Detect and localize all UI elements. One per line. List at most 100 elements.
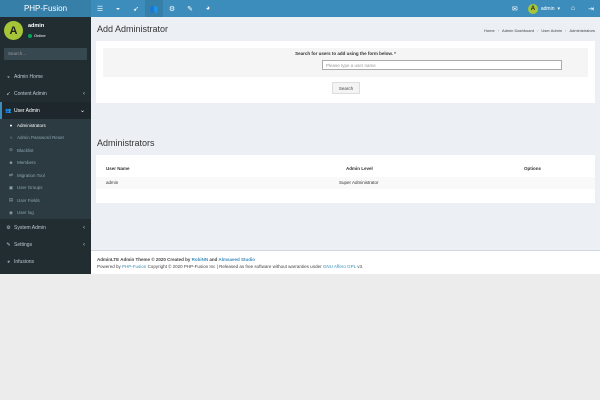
sidebar-subitem-user-fields[interactable]: ▤ User Fields	[0, 194, 91, 207]
sidebar-subitem-label: Migration Tool	[17, 172, 45, 178]
members-icon: ☻	[8, 160, 14, 166]
sidebar-subitem-label: User log	[17, 210, 34, 216]
search-button[interactable]: Search	[332, 82, 360, 94]
ban-icon: ⊘	[9, 147, 13, 153]
brand-logo[interactable]: PHP-Fusion	[0, 0, 91, 17]
user-admin-submenu: ● Administrators ∩ Admin Password Reset …	[0, 119, 91, 219]
sidebar-item-label: Infusions	[14, 258, 35, 265]
sidebar-username: admin	[28, 23, 45, 29]
phpfusion-link[interactable]: PHP-Fusion	[122, 264, 146, 269]
user-menu[interactable]: A admin ▾	[524, 0, 564, 17]
menu-icon[interactable]: ☰	[91, 0, 109, 17]
breadcrumb-separator: ›	[565, 28, 567, 33]
sidebar-menu: ◒ Admin Home ➹ Content Admin ‹ 👥 User Ad…	[0, 68, 91, 270]
users-icon[interactable]: 👥	[145, 0, 163, 17]
caret-down-icon: ▾	[557, 5, 560, 12]
breadcrumb-home[interactable]: Home	[484, 28, 495, 33]
wrench-icon: ✎	[6, 241, 11, 248]
breadcrumb-admin-dashboard[interactable]: Admin Dashboard	[502, 28, 534, 33]
author-link[interactable]: Almsaeed Studio	[218, 257, 255, 262]
sidebar-subitem-user-log[interactable]: ◉ User log	[0, 207, 91, 220]
online-status: Online	[28, 33, 46, 38]
user-icon: ●	[9, 122, 13, 128]
sidebar: A admin Online Search... ◒ Admin Home ➹ …	[0, 17, 91, 274]
breadcrumb: Home › Admin Dashboard › User Admin › Admin…	[484, 28, 595, 33]
column-header: Admin Level	[346, 166, 373, 171]
footer-text: AdminLTE Admin Theme © 2020 Created by	[97, 257, 191, 262]
top-navbar: ☰ ◒ ➹ 👥 ⚙ ✎ ◕ ✉ A admin ▾ ⌂ ⇥	[91, 0, 600, 17]
table-row: admin Super Administrator	[96, 177, 595, 189]
search-label: Search for users to add using the form b…	[295, 51, 396, 56]
sidebar-item-label: Admin Home	[14, 73, 43, 80]
sidebar-item-label: User Admin	[14, 107, 40, 114]
gear-icon: ⚙	[6, 224, 11, 231]
log-icon: ◉	[9, 209, 13, 215]
sidebar-search-input[interactable]: Search...	[4, 48, 87, 60]
headset-icon: ∩	[9, 135, 13, 141]
app-frame: PHP-Fusion ☰ ◒ ➹ 👥 ⚙ ✎ ◕ ✉ A admin ▾ ⌂ ⇥…	[0, 0, 600, 274]
sidebar-item-content-admin[interactable]: ➹ Content Admin ‹	[0, 85, 91, 102]
avatar: A	[527, 3, 538, 14]
footer-text: and	[209, 257, 218, 262]
cell-admin-level: Super Administrator	[339, 180, 379, 185]
rocket-icon[interactable]: ➹	[127, 0, 145, 17]
signout-icon[interactable]: ⇥	[582, 0, 600, 17]
sidebar-subitem-blacklist[interactable]: ⊘ Blacklist	[0, 144, 91, 157]
sidebar-item-infusions[interactable]: ◕ Infusions	[0, 253, 91, 270]
breadcrumb-current: Administrators	[569, 28, 595, 33]
top-nav-icons: ☰ ◒ ➹ 👥 ⚙ ✎ ◕	[91, 0, 217, 17]
chevron-left-icon: ‹	[83, 241, 85, 248]
footer-text: v3.	[357, 264, 364, 269]
footer-text: Powered by	[97, 264, 121, 269]
dashboard-icon[interactable]: ◒	[109, 0, 127, 17]
chevron-left-icon: ‹	[83, 90, 85, 97]
sidebar-item-user-admin[interactable]: 👥 User Admin ⌄	[0, 102, 91, 119]
sidebar-subitem-migration-tool[interactable]: ⇄ Migration Tool	[0, 169, 91, 182]
sidebar-subitem-admin-password-reset[interactable]: ∩ Admin Password Reset	[0, 132, 91, 145]
chevron-down-icon: ⌄	[79, 108, 85, 114]
chevron-left-icon: ‹	[83, 224, 85, 231]
license-link[interactable]: GNU Affero GPL	[323, 264, 356, 269]
footer-text: Copyright © 2020 PHP-Fusion Inc | Releas…	[147, 264, 322, 269]
column-header: User Name	[106, 166, 130, 171]
sidebar-subitem-label: Administrators	[17, 122, 46, 128]
wrench-icon[interactable]: ✎	[181, 0, 199, 17]
author-link[interactable]: RobiNN	[192, 257, 209, 262]
sidebar-item-system-admin[interactable]: ⚙ System Admin ‹	[0, 219, 91, 236]
add-admin-panel: Search for users to add using the form b…	[96, 41, 595, 103]
sidebar-item-label: System Admin	[14, 224, 46, 231]
migration-icon: ⇄	[9, 172, 13, 178]
administrators-panel: User Name Admin Level Options admin Supe…	[96, 155, 595, 203]
user-panel: A admin Online	[0, 17, 91, 45]
status-dot-icon	[28, 33, 32, 38]
sidebar-subitem-administrators[interactable]: ● Administrators	[0, 119, 91, 132]
top-right-nav: ✉ A admin ▾ ⌂ ⇥	[506, 0, 600, 17]
administrators-heading: Administrators	[97, 138, 155, 148]
sidebar-item-admin-home[interactable]: ◒ Admin Home	[0, 68, 91, 85]
sidebar-subitem-label: Admin Password Reset	[17, 135, 64, 141]
footer-theme-line: AdminLTE Admin Theme © 2020 Created by R…	[97, 256, 594, 263]
breadcrumb-user-admin[interactable]: User Admin	[541, 28, 562, 33]
sidebar-item-label: Settings	[14, 241, 33, 248]
user-name-input[interactable]: Please type a user name	[322, 60, 562, 70]
breadcrumb-separator: ›	[537, 28, 539, 33]
rocket-icon: ➹	[6, 90, 11, 97]
footer-copyright-line: Powered by PHP-Fusion Copyright © 2020 P…	[97, 263, 594, 270]
sidebar-item-settings[interactable]: ✎ Settings ‹	[0, 236, 91, 253]
column-header: Options	[524, 166, 541, 171]
infusions-icon: ◕	[6, 258, 11, 265]
sidebar-subitem-label: User Groups	[17, 185, 43, 191]
cell-user-name: admin	[106, 180, 119, 185]
palette-icon[interactable]: ◕	[199, 0, 217, 17]
messages-icon[interactable]: ✉	[506, 0, 524, 17]
sidebar-subitem-label: Members	[17, 160, 36, 166]
sidebar-subitem-user-groups[interactable]: ▣ User Groups	[0, 182, 91, 195]
sidebar-subitem-members[interactable]: ☻ Members	[0, 157, 91, 170]
page-title: Add Administrator	[97, 24, 169, 34]
gear-icon[interactable]: ⚙	[163, 0, 181, 17]
dashboard-icon: ◒	[6, 73, 11, 80]
page-footer: AdminLTE Admin Theme © 2020 Created by R…	[91, 250, 600, 274]
sidebar-avatar: A	[4, 21, 23, 40]
sidebar-item-label: Content Admin	[14, 90, 47, 97]
home-icon[interactable]: ⌂	[564, 0, 582, 17]
